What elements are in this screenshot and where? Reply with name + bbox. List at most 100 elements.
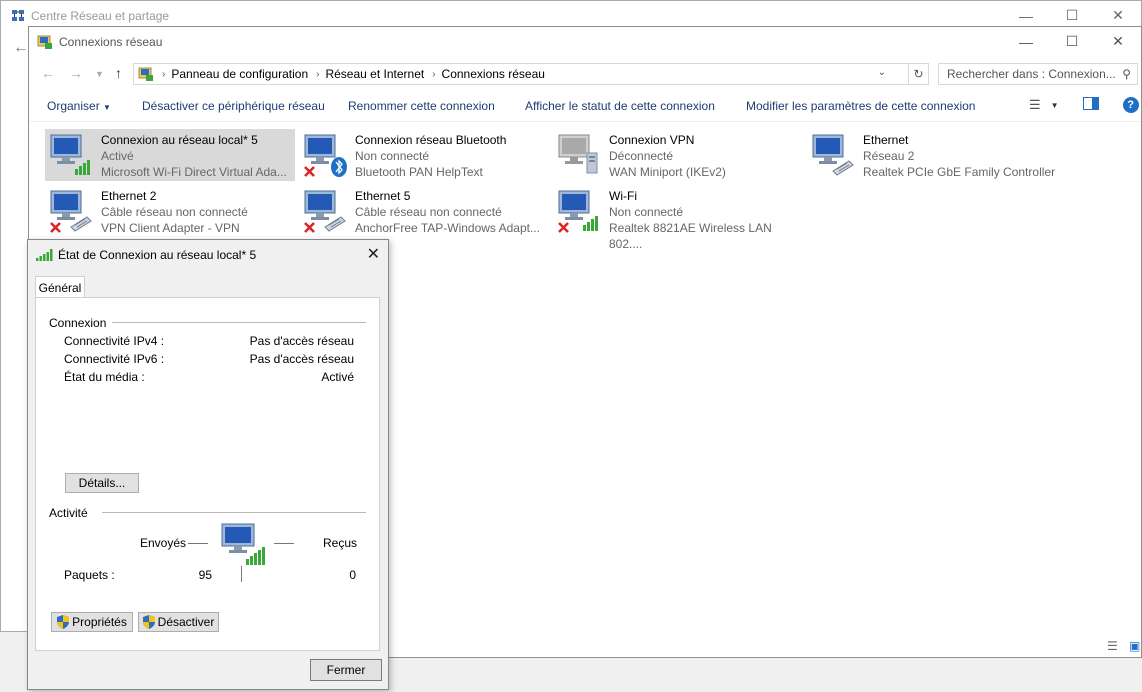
command-bar: Organiser ▼ Désactiver ce périphérique r… (29, 91, 1141, 122)
connection-text: Connexion au réseau local* 5 Activé Micros… (101, 132, 287, 180)
packets-divider (241, 566, 242, 582)
details-button[interactable]: Détails... (65, 473, 139, 493)
chevron-right-icon: › (316, 68, 320, 80)
general-panel: Connexion Connectivité IPv4 : Pas d'accè… (35, 297, 380, 651)
shield-icon (57, 615, 70, 629)
background-window-title: Centre Réseau et partage (11, 8, 169, 24)
connection-name: Connexion au réseau local* 5 (101, 133, 258, 147)
close-icon[interactable]: ✕ (367, 244, 380, 264)
ethernet-adapter-icon (811, 131, 854, 176)
connection-status: Non connecté (609, 205, 684, 219)
organize-label: Organiser (47, 99, 100, 113)
chevron-down-icon[interactable]: ⌄ (878, 67, 886, 78)
chevron-down-icon: ▼ (103, 103, 111, 112)
connection-item[interactable]: Ethernet Réseau 2 Realtek PCIe GbE Family … (807, 129, 1057, 181)
connection-item[interactable]: Ethernet 2 Câble réseau non connecté VPN C… (45, 185, 295, 237)
view-status-button[interactable]: Afficher le statut de cette connexion (525, 99, 715, 113)
connection-name: Ethernet (863, 133, 909, 147)
refresh-icon[interactable]: ↻ (909, 63, 929, 85)
chevron-right-icon: › (162, 68, 166, 80)
preview-pane-icon[interactable] (1082, 97, 1099, 113)
ethernet-adapter-icon (303, 187, 346, 233)
connection-status: Activé (101, 149, 134, 163)
ipv6-value: Pas d'accès réseau (249, 352, 354, 366)
connection-device: Realtek 8821AE Wireless LAN 802.... (609, 221, 772, 251)
maximize-icon[interactable]: ☐ (1049, 27, 1095, 56)
breadcrumb-control-panel[interactable]: Panneau de configuration (171, 67, 308, 81)
up-icon[interactable]: ↑ (115, 65, 122, 81)
connection-item[interactable]: Wi-Fi Non connecté Realtek 8821AE Wireless… (553, 185, 803, 251)
breadcrumb-network-connections[interactable]: Connexions réseau (442, 67, 545, 81)
connection-status: Réseau 2 (863, 149, 915, 163)
large-icons-view-icon[interactable]: ▣ (1129, 639, 1140, 653)
network-activity-icon (221, 523, 265, 565)
connection-text: Wi-Fi Non connecté Realtek 8821AE Wireless… (609, 188, 803, 252)
connection-name: Connexion VPN (609, 133, 695, 147)
sent-line (188, 543, 208, 544)
forward-icon[interactable]: → (69, 65, 83, 81)
dialog-title-text: État de Connexion au réseau local* 5 (58, 248, 257, 262)
connection-name: Wi-Fi (609, 189, 637, 203)
vpn-adapter-icon (557, 131, 598, 175)
connection-group-label: Connexion (49, 316, 107, 330)
shield-icon (142, 615, 155, 629)
search-placeholder: Rechercher dans : Connexion... (947, 67, 1116, 81)
media-state-label: État du média : (64, 370, 145, 384)
packets-label: Paquets : (64, 568, 115, 582)
connection-status: Déconnecté (609, 149, 674, 163)
disable-button-label: Désactiver (157, 615, 215, 629)
address-bar[interactable]: › Panneau de configuration › Réseau et I… (133, 63, 909, 85)
wifi-adapter-icon (557, 187, 598, 233)
disable-button[interactable]: Désactiver (138, 612, 219, 632)
ipv6-label: Connectivité IPv6 : (64, 352, 165, 366)
chevron-down-icon[interactable]: ▼ (1051, 101, 1059, 110)
background-window-title-text: Centre Réseau et partage (31, 9, 170, 23)
back-arrow-icon[interactable]: ← (13, 39, 29, 57)
view-options-icon[interactable]: ☰ (1029, 97, 1041, 113)
minimize-icon[interactable]: — (1003, 27, 1049, 56)
connection-item[interactable]: Connexion VPN Déconnecté WAN Miniport (IKE… (553, 129, 803, 181)
media-state-value: Activé (321, 370, 354, 384)
control-panel-icon (138, 67, 153, 81)
connection-name: Connexion réseau Bluetooth (355, 133, 507, 147)
connection-text: Connexion VPN Déconnecté WAN Miniport (IKE… (609, 132, 726, 180)
organize-button[interactable]: Organiser ▼ (47, 99, 111, 113)
connection-item[interactable]: Ethernet 5 Câble réseau non connecté Ancho… (299, 185, 549, 237)
change-settings-button[interactable]: Modifier les paramètres de cette connexi… (746, 99, 975, 113)
close-button[interactable]: Fermer (310, 659, 382, 681)
connection-device: WAN Miniport (IKEv2) (609, 165, 726, 179)
help-icon[interactable]: ? (1122, 97, 1139, 113)
connection-status: Câble réseau non connecté (355, 205, 502, 219)
properties-button[interactable]: Propriétés (51, 612, 133, 632)
connection-text: Ethernet 2 Câble réseau non connecté VPN C… (101, 188, 248, 236)
disable-device-button[interactable]: Désactiver ce périphérique réseau (142, 99, 325, 113)
connection-text: Ethernet 5 Câble réseau non connecté Ancho… (355, 188, 540, 236)
breadcrumb-network-internet[interactable]: Réseau et Internet (325, 67, 424, 81)
ipv4-label: Connectivité IPv4 : (64, 334, 165, 348)
divider (102, 512, 366, 513)
chevron-right-icon: › (432, 68, 436, 80)
close-icon[interactable]: ✕ (1095, 27, 1141, 56)
back-icon[interactable]: ← (41, 65, 55, 81)
connection-status: Câble réseau non connecté (101, 205, 248, 219)
search-icon: ⚲ (1122, 67, 1131, 81)
rename-connection-button[interactable]: Renommer cette connexion (348, 99, 495, 113)
network-center-icon (12, 10, 24, 21)
activity-group-label: Activité (49, 506, 88, 520)
wifi-adapter-icon (49, 131, 90, 175)
connection-device: Bluetooth PAN HelpText (355, 165, 483, 179)
signal-bars-icon (36, 249, 53, 261)
connection-device: Microsoft Wi-Fi Direct Virtual Ada... (101, 165, 287, 179)
packets-received-value: 0 (349, 568, 356, 582)
received-label: Reçus (323, 536, 358, 550)
connection-item[interactable]: Connexion réseau Bluetooth Non connecté Bl… (299, 129, 549, 181)
ethernet-adapter-icon (49, 187, 92, 233)
details-view-icon[interactable]: ☰ (1107, 639, 1118, 653)
connection-item[interactable]: Connexion au réseau local* 5 Activé Micros… (45, 129, 295, 181)
connection-device: AnchorFree TAP-Windows Adapt... (355, 221, 540, 235)
recent-locations-icon[interactable]: ▼ (95, 69, 104, 79)
search-input[interactable]: Rechercher dans : Connexion... ⚲ (938, 63, 1138, 85)
tab-general[interactable]: Général (35, 276, 85, 298)
received-line (274, 543, 294, 544)
sent-label: Envoyés (140, 536, 187, 550)
